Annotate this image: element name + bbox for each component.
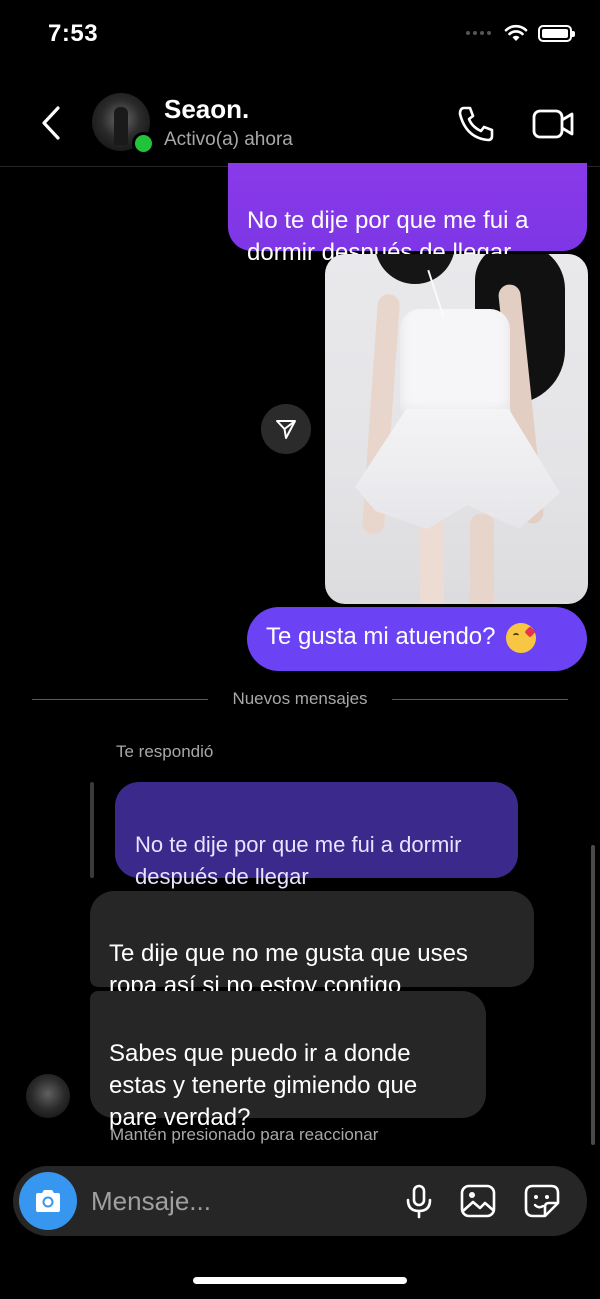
message-text: No te dije por que me fui a dormir despu… — [135, 832, 462, 889]
new-messages-divider: Nuevos mensajes — [0, 689, 600, 709]
battery-icon — [538, 24, 575, 42]
status-time: 7:53 — [48, 20, 99, 47]
share-icon — [276, 420, 296, 439]
sent-message[interactable]: Te gusta mi atuendo? — [247, 607, 587, 671]
received-message[interactable]: Sabes que puedo ir a donde estas y tener… — [90, 991, 486, 1131]
wifi-icon — [504, 24, 528, 41]
status-indicators — [466, 24, 575, 42]
kiss-emoji — [505, 623, 536, 653]
mic-button[interactable] — [401, 1183, 437, 1219]
reply-bar — [90, 782, 94, 878]
contact-status: Activo(a) ahora — [164, 129, 293, 150]
back-button[interactable] — [34, 100, 68, 146]
gallery-button[interactable] — [459, 1183, 497, 1219]
message-text: Sabes que puedo ir a donde estas y tener… — [109, 1040, 418, 1131]
received-message[interactable]: Te dije que no me gusta que uses ropa as… — [90, 891, 534, 999]
camera-icon — [36, 1190, 60, 1212]
chat-header: Seaon. Activo(a) ahora — [0, 80, 600, 167]
sticker-button[interactable] — [523, 1183, 561, 1219]
message-input[interactable] — [91, 1166, 381, 1236]
chevron-left-icon — [42, 106, 60, 140]
scrollbar[interactable] — [591, 845, 595, 1145]
home-indicator[interactable] — [193, 1277, 407, 1284]
phone-icon — [458, 106, 494, 142]
voice-call-button[interactable] — [454, 102, 498, 146]
quoted-message[interactable]: No te dije por que me fui a dormir despu… — [115, 782, 518, 889]
online-indicator — [132, 132, 155, 155]
sent-photo[interactable] — [325, 254, 588, 604]
signal-icon — [466, 29, 494, 37]
sender-avatar[interactable] — [26, 1074, 70, 1118]
gallery-icon — [460, 1184, 496, 1218]
contact-name[interactable]: Seaon. — [164, 94, 249, 125]
sent-message[interactable]: No te dije por que me fui a dormir despu… — [228, 163, 587, 266]
reaction-hint: Mantén presionado para reaccionar — [110, 1125, 379, 1144]
camera-button[interactable] — [19, 1172, 77, 1230]
sticker-icon — [524, 1184, 560, 1218]
mic-icon — [406, 1184, 432, 1219]
video-icon — [532, 109, 574, 139]
share-button[interactable] — [261, 404, 311, 454]
video-call-button[interactable] — [530, 102, 578, 146]
message-text: Te gusta mi atuendo? — [266, 623, 496, 650]
message-composer — [13, 1166, 587, 1236]
reply-label: Te respondió — [116, 742, 214, 761]
